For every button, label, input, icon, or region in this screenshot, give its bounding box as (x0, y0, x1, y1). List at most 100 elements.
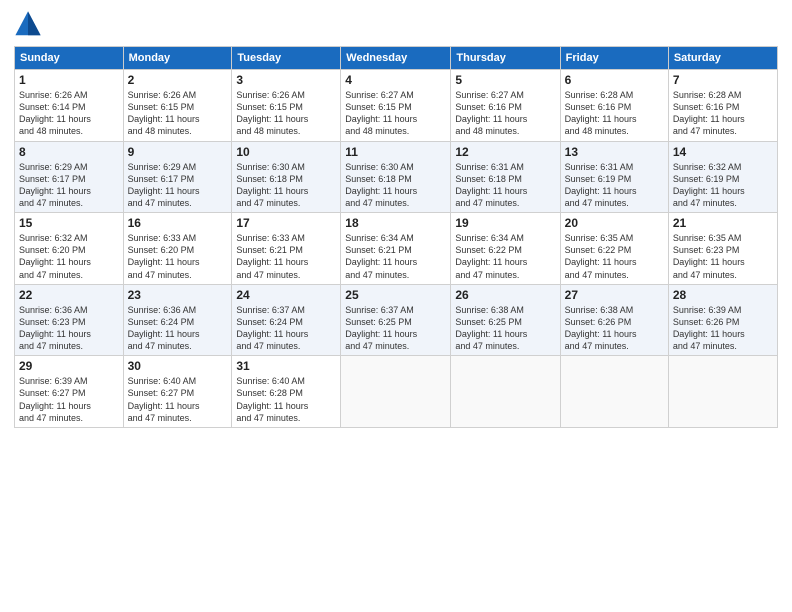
calendar-cell: 3 Sunrise: 6:26 AM Sunset: 6:15 PM Daylig… (232, 70, 341, 142)
day-info: Sunrise: 6:37 AM Sunset: 6:25 PM Dayligh… (345, 304, 446, 353)
day-number: 9 (128, 145, 228, 159)
calendar-cell: 1 Sunrise: 6:26 AM Sunset: 6:14 PM Daylig… (15, 70, 124, 142)
calendar-cell: 18Sunrise: 6:34 AM Sunset: 6:21 PM Dayli… (341, 213, 451, 285)
day-info: Sunrise: 6:38 AM Sunset: 6:26 PM Dayligh… (565, 304, 664, 353)
day-info: Sunrise: 6:30 AM Sunset: 6:18 PM Dayligh… (345, 161, 446, 210)
calendar-day-header: Sunday (15, 47, 124, 70)
day-info: Sunrise: 6:33 AM Sunset: 6:21 PM Dayligh… (236, 232, 336, 281)
day-info: Sunrise: 6:27 AM Sunset: 6:16 PM Dayligh… (455, 89, 555, 138)
calendar-week-row: 22 Sunrise: 6:36 AM Sunset: 6:23 PM Dayli… (15, 284, 778, 356)
calendar-cell: 25 Sunrise: 6:37 AM Sunset: 6:25 PM Dayli… (341, 284, 451, 356)
calendar-header-row: SundayMondayTuesdayWednesdayThursdayFrid… (15, 47, 778, 70)
day-info: Sunrise: 6:39 AM Sunset: 6:26 PM Dayligh… (673, 304, 773, 353)
calendar-week-row: 8 Sunrise: 6:29 AM Sunset: 6:17 PM Daylig… (15, 141, 778, 213)
day-number: 14 (673, 145, 773, 159)
calendar-cell (341, 356, 451, 428)
day-info: Sunrise: 6:31 AM Sunset: 6:19 PM Dayligh… (565, 161, 664, 210)
calendar-cell (560, 356, 668, 428)
day-info: Sunrise: 6:34 AM Sunset: 6:22 PM Dayligh… (455, 232, 555, 281)
day-info: Sunrise: 6:35 AM Sunset: 6:22 PM Dayligh… (565, 232, 664, 281)
calendar-week-row: 15 Sunrise: 6:32 AM Sunset: 6:20 PM Dayli… (15, 213, 778, 285)
calendar-cell: 14Sunrise: 6:32 AM Sunset: 6:19 PM Dayli… (668, 141, 777, 213)
calendar-cell: 2Sunrise: 6:26 AM Sunset: 6:15 PM Daylig… (123, 70, 232, 142)
calendar-cell: 7Sunrise: 6:28 AM Sunset: 6:16 PM Daylig… (668, 70, 777, 142)
day-number: 23 (128, 288, 228, 302)
day-info: Sunrise: 6:36 AM Sunset: 6:23 PM Dayligh… (19, 304, 119, 353)
day-info: Sunrise: 6:32 AM Sunset: 6:20 PM Dayligh… (19, 232, 119, 281)
calendar-week-row: 29 Sunrise: 6:39 AM Sunset: 6:27 PM Dayli… (15, 356, 778, 428)
day-info: Sunrise: 6:27 AM Sunset: 6:15 PM Dayligh… (345, 89, 446, 138)
day-number: 20 (565, 216, 664, 230)
day-number: 10 (236, 145, 336, 159)
day-info: Sunrise: 6:40 AM Sunset: 6:27 PM Dayligh… (128, 375, 228, 424)
day-number: 3 (236, 73, 336, 87)
day-number: 12 (455, 145, 555, 159)
day-number: 27 (565, 288, 664, 302)
day-number: 15 (19, 216, 119, 230)
calendar-cell: 5Sunrise: 6:27 AM Sunset: 6:16 PM Daylig… (451, 70, 560, 142)
day-number: 29 (19, 359, 119, 373)
day-info: Sunrise: 6:40 AM Sunset: 6:28 PM Dayligh… (236, 375, 336, 424)
calendar-cell: 21 Sunrise: 6:35 AM Sunset: 6:23 PM Dayli… (668, 213, 777, 285)
day-number: 28 (673, 288, 773, 302)
calendar-day-header: Wednesday (341, 47, 451, 70)
day-info: Sunrise: 6:29 AM Sunset: 6:17 PM Dayligh… (19, 161, 119, 210)
day-number: 21 (673, 216, 773, 230)
day-number: 1 (19, 73, 119, 87)
page-header (14, 10, 778, 38)
day-info: Sunrise: 6:36 AM Sunset: 6:24 PM Dayligh… (128, 304, 228, 353)
day-info: Sunrise: 6:34 AM Sunset: 6:21 PM Dayligh… (345, 232, 446, 281)
day-number: 16 (128, 216, 228, 230)
day-number: 19 (455, 216, 555, 230)
calendar-cell: 24 Sunrise: 6:37 AM Sunset: 6:24 PM Dayli… (232, 284, 341, 356)
calendar-cell: 31 Sunrise: 6:40 AM Sunset: 6:28 PM Dayli… (232, 356, 341, 428)
day-number: 7 (673, 73, 773, 87)
day-number: 31 (236, 359, 336, 373)
day-number: 17 (236, 216, 336, 230)
day-info: Sunrise: 6:33 AM Sunset: 6:20 PM Dayligh… (128, 232, 228, 281)
calendar-day-header: Tuesday (232, 47, 341, 70)
day-info: Sunrise: 6:35 AM Sunset: 6:23 PM Dayligh… (673, 232, 773, 281)
calendar-day-header: Monday (123, 47, 232, 70)
day-info: Sunrise: 6:38 AM Sunset: 6:25 PM Dayligh… (455, 304, 555, 353)
day-number: 8 (19, 145, 119, 159)
day-number: 11 (345, 145, 446, 159)
calendar-cell: 17 Sunrise: 6:33 AM Sunset: 6:21 PM Dayli… (232, 213, 341, 285)
day-number: 30 (128, 359, 228, 373)
calendar-cell: 12Sunrise: 6:31 AM Sunset: 6:18 PM Dayli… (451, 141, 560, 213)
day-info: Sunrise: 6:26 AM Sunset: 6:14 PM Dayligh… (19, 89, 119, 138)
day-info: Sunrise: 6:39 AM Sunset: 6:27 PM Dayligh… (19, 375, 119, 424)
calendar-cell: 16 Sunrise: 6:33 AM Sunset: 6:20 PM Dayli… (123, 213, 232, 285)
day-info: Sunrise: 6:37 AM Sunset: 6:24 PM Dayligh… (236, 304, 336, 353)
calendar-cell: 28 Sunrise: 6:39 AM Sunset: 6:26 PM Dayli… (668, 284, 777, 356)
calendar-cell: 4 Sunrise: 6:27 AM Sunset: 6:15 PM Daylig… (341, 70, 451, 142)
calendar-cell: 19 Sunrise: 6:34 AM Sunset: 6:22 PM Dayli… (451, 213, 560, 285)
calendar-day-header: Saturday (668, 47, 777, 70)
day-info: Sunrise: 6:26 AM Sunset: 6:15 PM Dayligh… (236, 89, 336, 138)
day-info: Sunrise: 6:28 AM Sunset: 6:16 PM Dayligh… (565, 89, 664, 138)
day-number: 24 (236, 288, 336, 302)
calendar-cell (451, 356, 560, 428)
day-number: 25 (345, 288, 446, 302)
day-number: 4 (345, 73, 446, 87)
day-number: 2 (128, 73, 228, 87)
calendar-cell: 8 Sunrise: 6:29 AM Sunset: 6:17 PM Daylig… (15, 141, 124, 213)
calendar-cell: 13Sunrise: 6:31 AM Sunset: 6:19 PM Dayli… (560, 141, 668, 213)
calendar-week-row: 1 Sunrise: 6:26 AM Sunset: 6:14 PM Daylig… (15, 70, 778, 142)
calendar-cell: 15 Sunrise: 6:32 AM Sunset: 6:20 PM Dayli… (15, 213, 124, 285)
calendar-cell: 23 Sunrise: 6:36 AM Sunset: 6:24 PM Dayli… (123, 284, 232, 356)
day-number: 6 (565, 73, 664, 87)
calendar-cell: 9 Sunrise: 6:29 AM Sunset: 6:17 PM Daylig… (123, 141, 232, 213)
calendar-day-header: Thursday (451, 47, 560, 70)
calendar-cell: 10 Sunrise: 6:30 AM Sunset: 6:18 PM Dayli… (232, 141, 341, 213)
logo (14, 10, 46, 38)
calendar-cell: 20 Sunrise: 6:35 AM Sunset: 6:22 PM Dayli… (560, 213, 668, 285)
logo-icon (14, 10, 42, 38)
day-info: Sunrise: 6:30 AM Sunset: 6:18 PM Dayligh… (236, 161, 336, 210)
calendar-cell: 22 Sunrise: 6:36 AM Sunset: 6:23 PM Dayli… (15, 284, 124, 356)
calendar-cell: 29 Sunrise: 6:39 AM Sunset: 6:27 PM Dayli… (15, 356, 124, 428)
day-number: 26 (455, 288, 555, 302)
day-info: Sunrise: 6:29 AM Sunset: 6:17 PM Dayligh… (128, 161, 228, 210)
day-number: 22 (19, 288, 119, 302)
calendar-cell: 11 Sunrise: 6:30 AM Sunset: 6:18 PM Dayli… (341, 141, 451, 213)
